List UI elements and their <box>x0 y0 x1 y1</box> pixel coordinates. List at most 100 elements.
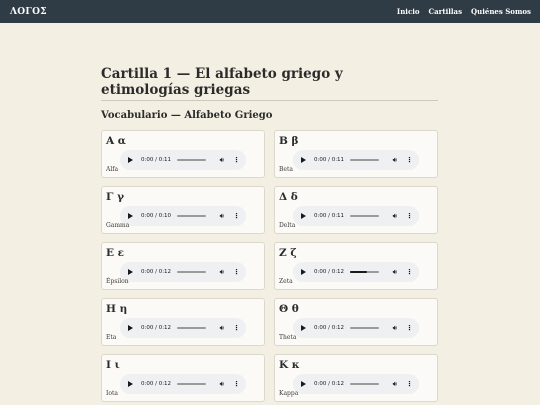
volume-icon[interactable]: 🔊︎ <box>393 268 397 276</box>
audio-player: 0:00 / 0:12 🔊︎ ⋮ <box>120 374 246 394</box>
letter-name: Iota <box>106 390 118 397</box>
volume-icon[interactable]: 🔊︎ <box>220 156 224 164</box>
letter-card-épsilon: Ε ε 0:00 / 0:12 🔊︎ ⋮ Épsilon <box>101 242 265 290</box>
audio-seek-bar[interactable] <box>350 159 379 161</box>
more-vertical-icon[interactable]: ⋮ <box>233 156 240 164</box>
audio-time: 0:00 / 0:11 <box>314 213 345 219</box>
letter-name: Épsilon <box>106 278 129 285</box>
letter-name: Gamma <box>106 222 130 229</box>
audio-time: 0:00 / 0:10 <box>141 213 172 219</box>
play-icon[interactable] <box>301 269 306 275</box>
volume-icon[interactable]: 🔊︎ <box>220 268 224 276</box>
audio-seek-bar[interactable] <box>350 215 379 217</box>
play-icon[interactable] <box>301 213 306 219</box>
greek-letter: Ι ι <box>106 359 120 371</box>
audio-seek-bar[interactable] <box>177 271 206 273</box>
audio-seek-bar[interactable] <box>350 271 379 273</box>
audio-seek-bar[interactable] <box>350 383 379 385</box>
greek-letter: Β β <box>279 135 299 147</box>
audio-player: 0:00 / 0:12 🔊︎ ⋮ <box>293 374 419 394</box>
nav-link-inicio[interactable]: Inicio <box>397 7 420 16</box>
greek-letter: Δ δ <box>279 191 298 203</box>
greek-letter: Α α <box>106 135 126 147</box>
audio-player: 0:00 / 0:12 🔊︎ ⋮ <box>293 318 419 338</box>
more-vertical-icon[interactable]: ⋮ <box>406 268 413 276</box>
greek-letter: Γ γ <box>106 191 125 203</box>
letter-card-theta: Θ θ 0:00 / 0:12 🔊︎ ⋮ Theta <box>274 298 438 346</box>
greek-letter: Ζ ζ <box>279 247 297 259</box>
audio-player: 0:00 / 0:12 🔊︎ ⋮ <box>120 318 246 338</box>
audio-seek-bar[interactable] <box>177 159 206 161</box>
letter-card-kappa: Κ κ 0:00 / 0:12 🔊︎ ⋮ Kappa <box>274 354 438 402</box>
greek-letter: Κ κ <box>279 359 300 371</box>
play-icon[interactable] <box>128 157 133 163</box>
letter-name: Alfa <box>106 166 119 173</box>
audio-time: 0:00 / 0:12 <box>141 381 172 387</box>
volume-icon[interactable]: 🔊︎ <box>393 156 397 164</box>
volume-icon[interactable]: 🔊︎ <box>393 212 397 220</box>
top-navbar: ΛΟΓΟΣ Inicio Cartillas Quiénes Somos <box>0 0 540 23</box>
audio-seek-bar[interactable] <box>177 215 206 217</box>
volume-icon[interactable]: 🔊︎ <box>393 324 397 332</box>
letter-card-beta: Β β 0:00 / 0:11 🔊︎ ⋮ Beta <box>274 130 438 178</box>
more-vertical-icon[interactable]: ⋮ <box>233 212 240 220</box>
audio-time: 0:00 / 0:12 <box>314 325 345 331</box>
letter-name: Zeta <box>279 278 293 285</box>
title-divider <box>101 100 438 101</box>
letter-name: Beta <box>279 166 293 173</box>
play-icon[interactable] <box>128 269 133 275</box>
volume-icon[interactable]: 🔊︎ <box>220 212 224 220</box>
audio-player: 0:00 / 0:11 🔊︎ ⋮ <box>293 150 419 170</box>
more-vertical-icon[interactable]: ⋮ <box>233 268 240 276</box>
more-vertical-icon[interactable]: ⋮ <box>406 156 413 164</box>
play-icon[interactable] <box>301 381 306 387</box>
nav-link-cartillas[interactable]: Cartillas <box>429 7 462 16</box>
more-vertical-icon[interactable]: ⋮ <box>406 380 413 388</box>
more-vertical-icon[interactable]: ⋮ <box>406 324 413 332</box>
greek-letter: Η η <box>106 303 128 315</box>
brand-logo[interactable]: ΛΟΓΟΣ <box>10 7 47 17</box>
letter-card-delta: Δ δ 0:00 / 0:11 🔊︎ ⋮ Delta <box>274 186 438 234</box>
audio-player: 0:00 / 0:12 🔊︎ ⋮ <box>293 262 419 282</box>
audio-time: 0:00 / 0:12 <box>141 269 172 275</box>
audio-time: 0:00 / 0:12 <box>314 381 345 387</box>
audio-player: 0:00 / 0:11 🔊︎ ⋮ <box>120 150 246 170</box>
letter-card-alfa: Α α 0:00 / 0:11 🔊︎ ⋮ Alfa <box>101 130 265 178</box>
letter-name: Kappa <box>279 390 299 397</box>
more-vertical-icon[interactable]: ⋮ <box>233 324 240 332</box>
play-icon[interactable] <box>128 213 133 219</box>
nav-links: Inicio Cartillas Quiénes Somos <box>397 7 531 16</box>
volume-icon[interactable]: 🔊︎ <box>393 380 397 388</box>
letter-card-gamma: Γ γ 0:00 / 0:10 🔊︎ ⋮ Gamma <box>101 186 265 234</box>
audio-seek-bar[interactable] <box>350 327 379 329</box>
audio-seek-bar[interactable] <box>177 327 206 329</box>
letter-name: Theta <box>279 334 297 341</box>
letter-card-zeta: Ζ ζ 0:00 / 0:12 🔊︎ ⋮ Zeta <box>274 242 438 290</box>
letter-name: Eta <box>106 334 117 341</box>
volume-icon[interactable]: 🔊︎ <box>220 324 224 332</box>
play-icon[interactable] <box>128 381 133 387</box>
play-icon[interactable] <box>128 325 133 331</box>
audio-seek-bar[interactable] <box>177 383 206 385</box>
vocabulary-grid: Α α 0:00 / 0:11 🔊︎ ⋮ Alfa Β β 0:00 / 0:1… <box>101 130 438 402</box>
more-vertical-icon[interactable]: ⋮ <box>406 212 413 220</box>
section-title: Vocabulario — Alfabeto Griego <box>101 110 273 121</box>
letter-card-eta: Η η 0:00 / 0:12 🔊︎ ⋮ Eta <box>101 298 265 346</box>
audio-player: 0:00 / 0:10 🔊︎ ⋮ <box>120 206 246 226</box>
nav-link-quienes-somos[interactable]: Quiénes Somos <box>471 7 531 16</box>
volume-icon[interactable]: 🔊︎ <box>220 380 224 388</box>
audio-time: 0:00 / 0:11 <box>141 157 172 163</box>
play-icon[interactable] <box>301 157 306 163</box>
audio-time: 0:00 / 0:12 <box>141 325 172 331</box>
greek-letter: Θ θ <box>279 303 299 315</box>
play-icon[interactable] <box>301 325 306 331</box>
audio-player: 0:00 / 0:12 🔊︎ ⋮ <box>120 262 246 282</box>
letter-card-iota: Ι ι 0:00 / 0:12 🔊︎ ⋮ Iota <box>101 354 265 402</box>
audio-seek-fill <box>350 271 368 273</box>
audio-time: 0:00 / 0:11 <box>314 157 345 163</box>
more-vertical-icon[interactable]: ⋮ <box>233 380 240 388</box>
letter-name: Delta <box>279 222 296 229</box>
audio-player: 0:00 / 0:11 🔊︎ ⋮ <box>293 206 419 226</box>
audio-time: 0:00 / 0:12 <box>314 269 345 275</box>
greek-letter: Ε ε <box>106 247 125 259</box>
